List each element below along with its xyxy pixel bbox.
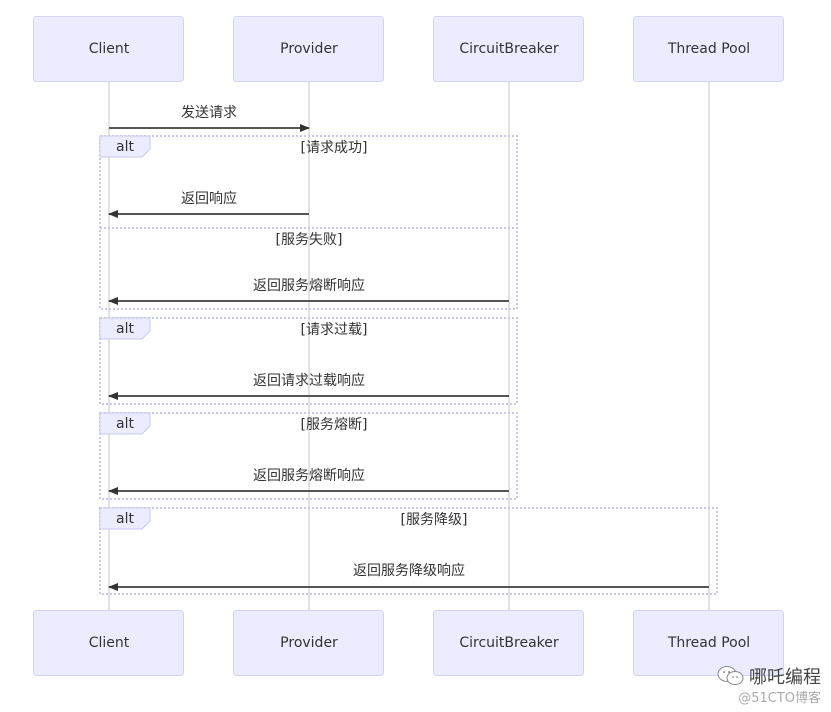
watermark-title: 哪吒编程: [749, 667, 821, 688]
wechat-icon: [717, 666, 744, 685]
actor-label: Provider: [280, 635, 338, 651]
message-label: 返回请求过载响应: [253, 372, 365, 389]
alt-tag-label: alt: [116, 416, 134, 432]
alt-condition: [请求成功]: [301, 140, 368, 156]
message-label: 发送请求: [181, 105, 237, 121]
actor-threadpool-top[interactable]: Thread Pool: [633, 16, 784, 82]
actor-label: CircuitBreaker: [459, 41, 559, 57]
message-label: 返回服务降级响应: [353, 562, 465, 579]
watermark: 哪吒编程 @51CTO博客: [717, 663, 821, 706]
alt-block: alt [服务降级]: [99, 507, 718, 595]
message-label: 返回响应: [181, 190, 237, 207]
actor-circuitbreaker-bottom[interactable]: CircuitBreaker: [433, 610, 584, 676]
message: 发送请求: [109, 105, 310, 132]
alt-condition: [服务熔断]: [301, 417, 368, 433]
actor-provider-top[interactable]: Provider: [233, 16, 384, 82]
lifelines: [108, 81, 710, 610]
alt-condition: [服务降级]: [401, 512, 468, 528]
alt-tag-label: alt: [116, 321, 134, 337]
alt-tag-label: alt: [116, 511, 134, 527]
actors-bottom: Client Provider CircuitBreaker Thread Po…: [33, 610, 784, 676]
actor-client-top[interactable]: Client: [33, 16, 184, 82]
alt-tag-label: alt: [116, 139, 134, 155]
message: 返回响应: [108, 190, 309, 218]
sequence-diagram: Client Provider CircuitBreaker Thread Po…: [33, 16, 784, 676]
message-label: 返回服务熔断响应: [253, 467, 365, 484]
message: 返回服务降级响应: [108, 562, 709, 591]
alt-condition: [请求过载]: [301, 322, 368, 338]
watermark-subtitle: @51CTO博客: [738, 691, 821, 706]
actor-label: Provider: [280, 41, 338, 57]
actor-label: Thread Pool: [667, 41, 750, 57]
alt-condition: [服务失败]: [276, 232, 343, 248]
actors-top: Client Provider CircuitBreaker Thread Po…: [33, 16, 784, 82]
actor-client-bottom[interactable]: Client: [33, 610, 184, 676]
actor-provider-bottom[interactable]: Provider: [233, 610, 384, 676]
actor-label: Client: [89, 41, 130, 57]
actor-label: CircuitBreaker: [459, 635, 559, 651]
actor-label: Thread Pool: [667, 635, 750, 651]
actor-circuitbreaker-top[interactable]: CircuitBreaker: [433, 16, 584, 82]
actor-label: Client: [89, 635, 130, 651]
message-label: 返回服务熔断响应: [253, 277, 365, 294]
